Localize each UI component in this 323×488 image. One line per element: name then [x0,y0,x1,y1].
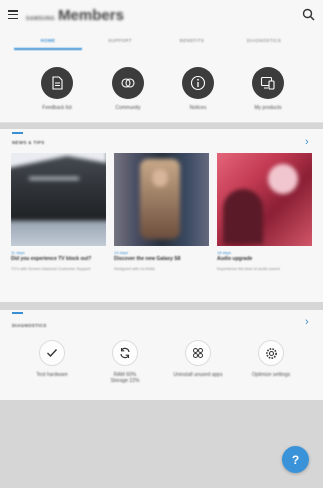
community-label: Community [115,105,141,111]
notices-label: Notices [189,105,207,111]
feedback-list-button[interactable]: Feedback list [27,51,87,111]
news-card[interactable]: 11 days Did you experience TV block out?… [11,153,106,272]
uninstall-apps-label: Uninstall unused apps [173,372,223,378]
news-card-image [217,153,312,246]
devices-icon [252,67,284,99]
news-card[interactable]: 18 days Audio upgrade Experience the bes… [217,153,312,272]
notices-button[interactable]: Notices [168,51,228,111]
optimize-settings-label: Optimize settings [251,372,291,378]
news-section-title: NEWS & TIPS [12,140,45,145]
test-hardware-label: Test hardware [36,372,68,378]
section-accent-bar [12,312,23,314]
news-tips-section: NEWS & TIPS › 11 days Did you experience… [0,129,323,302]
feedback-list-label: Feedback list [42,105,72,111]
my-products-button[interactable]: My products [238,51,298,111]
brand-logo: SAMSUNG Members [26,7,124,24]
diagnostics-section-title: DIAGNOSTICS [12,323,47,328]
tab-support[interactable]: SUPPORT [84,30,156,51]
section-accent-bar [12,132,23,134]
community-icon [112,67,144,99]
diagnostics-section: DIAGNOSTICS › Test hardware RAM 60% Stor… [0,310,323,400]
news-card-title: Discover the new Galaxy S8 [114,256,181,262]
brand-title: Members [58,7,124,24]
app-root: SAMSUNG Members HOME SUPPORT BENEFITS DI… [0,0,323,488]
tab-home[interactable]: HOME [12,30,84,51]
diagnostics-more-chevron-icon[interactable]: › [305,317,309,328]
hamburger-menu-icon[interactable] [8,10,18,20]
tab-benefits[interactable]: BENEFITS [156,30,228,51]
news-more-chevron-icon[interactable]: › [305,137,309,148]
news-card-title: Audio upgrade [217,256,253,262]
test-hardware-button[interactable]: Test hardware [17,340,87,378]
news-card-subtitle: Designed with no limits [114,266,155,271]
news-card-title: Did you experience TV block out? [11,256,92,262]
help-button[interactable]: ? [282,446,309,473]
news-card-tag: 18 days [217,250,232,255]
info-icon [182,67,214,99]
brand-small-text: SAMSUNG [26,16,56,22]
search-icon[interactable] [302,8,315,21]
optimize-settings-button[interactable]: Optimize settings [236,340,306,378]
news-card-tag: 14 days [114,250,129,255]
news-card-subtitle: Experience the best of audio sound [217,266,280,271]
news-card-image [114,153,209,246]
quick-actions: Feedback list Community Notices My produ… [0,51,323,123]
app-header: SAMSUNG Members [0,0,323,30]
community-button[interactable]: Community [98,51,158,111]
tab-bar: HOME SUPPORT BENEFITS DIAGNOSTICS [0,30,323,51]
news-card[interactable]: 14 days Discover the new Galaxy S8 Desig… [114,153,209,272]
settings-gear-icon [258,340,284,366]
tab-diagnostics[interactable]: DIAGNOSTICS [228,30,300,51]
news-card-image [11,153,106,246]
uninstall-apps-button[interactable]: Uninstall unused apps [163,340,233,378]
memory-storage-label: RAM 60% Storage 22% [110,372,140,384]
refresh-icon [112,340,138,366]
news-card-tag: 11 days [11,250,25,255]
memory-storage-button[interactable]: RAM 60% Storage 22% [90,340,160,384]
document-icon [41,67,73,99]
my-products-label: My products [254,105,282,111]
check-icon [39,340,65,366]
apps-grid-icon [185,340,211,366]
news-card-subtitle: TV's with Screen blackout Customer Suppo… [11,266,91,271]
